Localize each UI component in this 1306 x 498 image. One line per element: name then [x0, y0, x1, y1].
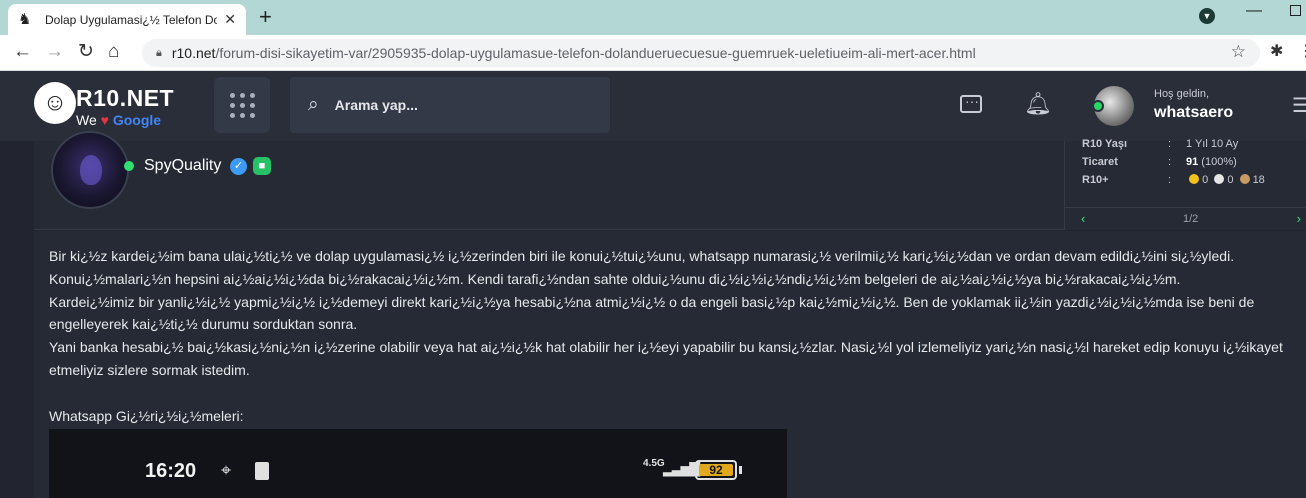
- member-badge-icon: ■: [253, 157, 271, 175]
- browser-menu-icon[interactable]: ⋮: [1298, 41, 1306, 61]
- post-body: Bir ki¿½z kardei¿½im bana ulai¿½ti¿½ ve …: [34, 231, 1306, 498]
- bookmark-star-icon[interactable]: ☆: [1231, 42, 1246, 62]
- logo-slogan: We ♥ Google: [76, 112, 162, 128]
- whatsapp-label: Whatsapp Gi¿½ri¿½i¿½meleri:: [49, 407, 244, 424]
- window-minimize-icon[interactable]: —: [1246, 2, 1262, 20]
- chevron-right-icon[interactable]: ›: [1297, 211, 1301, 226]
- author-avatar[interactable]: [51, 131, 129, 209]
- online-status-dot: [1092, 100, 1104, 112]
- hamburger-menu-icon[interactable]: ☰: [1292, 93, 1306, 118]
- battery-icon: 92: [695, 460, 737, 480]
- home-icon[interactable]: ⌂: [108, 41, 119, 63]
- network-type: 4.5G: [643, 458, 665, 469]
- browser-profile-icon[interactable]: ▼: [1199, 8, 1215, 24]
- author-online-dot: [124, 161, 134, 171]
- site-search-box[interactable]: ⌕ Arama yap...: [290, 77, 610, 133]
- notification-bell-icon[interactable]: 🔔︎: [1024, 91, 1052, 117]
- page-indicator: 1/2: [1183, 213, 1199, 225]
- extensions-puzzle-icon[interactable]: ✱: [1270, 41, 1283, 61]
- stat-row-trade: Ticaret:91 (100%): [1082, 156, 1237, 168]
- address-bar[interactable]: 🔒︎ r10.net/forum-disi-sikayetim-var/2905…: [142, 39, 1260, 67]
- lock-icon[interactable]: 🔒︎: [156, 47, 162, 60]
- r10-mascot-logo-icon[interactable]: ☺: [34, 82, 76, 124]
- signal-bars-icon: ▂▃▅▇: [663, 460, 700, 476]
- browser-toolbar: ← → ↻ ⌂ 🔒︎ r10.net/forum-disi-sikayetim-…: [0, 35, 1306, 71]
- window-maximize-icon[interactable]: [1290, 5, 1301, 16]
- r10-favicon-icon: ♞: [18, 10, 32, 28]
- stat-row-r10plus: R10+: 0 0 18: [1082, 174, 1265, 186]
- chevron-left-icon[interactable]: ‹: [1081, 211, 1085, 226]
- new-tab-icon[interactable]: +: [259, 4, 272, 30]
- author-stats-panel: R10 Yaşı:1 Yıl 10 Ay Ticaret:91 (100%) R…: [1064, 138, 1306, 230]
- browser-tab[interactable]: ♞ Dolap Uygulamasi¿½ Telefon Do ✕: [8, 4, 246, 35]
- back-arrow-icon[interactable]: ←: [13, 41, 32, 63]
- url-text: r10.net/forum-disi-sikayetim-var/2905935…: [171, 45, 976, 61]
- current-username[interactable]: whatsaero: [1154, 104, 1233, 122]
- post-paragraph: Yani banka hesabi¿½ bai¿½kasi¿½ni¿½n i¿½…: [49, 339, 1283, 378]
- stats-pager: ‹ 1/2 ›: [1065, 207, 1306, 229]
- battery-level: 92: [699, 464, 733, 476]
- site-header: ☺ R10.NET We ♥ Google ⌕ Arama yap... 🔔︎ …: [0, 71, 1306, 141]
- messages-icon[interactable]: [960, 93, 982, 113]
- battery-tip: [739, 466, 742, 474]
- location-icon: ⌖: [221, 460, 232, 480]
- greeting-text: Hoş geldin,: [1154, 88, 1210, 100]
- post-paragraph: Konui¿½malari¿½n hepsini ai¿½ai¿½i¿½da b…: [49, 270, 1181, 287]
- gold-coin-icon: [1189, 174, 1200, 184]
- stat-row-age: R10 Yaşı:1 Yıl 10 Ay: [1082, 138, 1239, 150]
- site-logo-title[interactable]: R10.NET: [76, 85, 174, 112]
- phone-clock: 16:20: [145, 460, 197, 482]
- sim-card-icon: [255, 462, 269, 480]
- author-username[interactable]: SpyQuality: [144, 157, 221, 175]
- reload-icon[interactable]: ↻: [78, 41, 94, 63]
- post-paragraph: Bir ki¿½z kardei¿½im bana ulai¿½ti¿½ ve …: [49, 248, 1235, 264]
- attached-screenshot[interactable]: 16:20 ⌖ 4.5G ▂▃▅▇ 92: [49, 429, 787, 498]
- search-icon: ⌕: [308, 94, 319, 115]
- silver-coin-icon: [1214, 174, 1225, 184]
- browser-tab-bar: ♞ Dolap Uygulamasi¿½ Telefon Do ✕ + ▼ —: [0, 0, 1306, 35]
- verified-check-icon: ✓: [230, 158, 247, 175]
- heart-icon: ♥: [100, 112, 109, 128]
- search-placeholder: Arama yap...: [334, 97, 418, 113]
- apps-grid-button[interactable]: [214, 77, 270, 133]
- close-tab-icon[interactable]: ✕: [224, 11, 236, 28]
- post-paragraph: Kardei¿½imiz bir yanli¿½i¿½ yapmi¿½i¿½ i…: [49, 293, 1255, 333]
- post-content: Bir ki¿½z kardei¿½im bana ulai¿½ti¿½ ve …: [49, 245, 1289, 427]
- forward-arrow-icon[interactable]: →: [45, 41, 64, 63]
- tab-title: Dolap Uygulamasi¿½ Telefon Do: [45, 12, 217, 27]
- bronze-coin-icon: [1239, 174, 1250, 184]
